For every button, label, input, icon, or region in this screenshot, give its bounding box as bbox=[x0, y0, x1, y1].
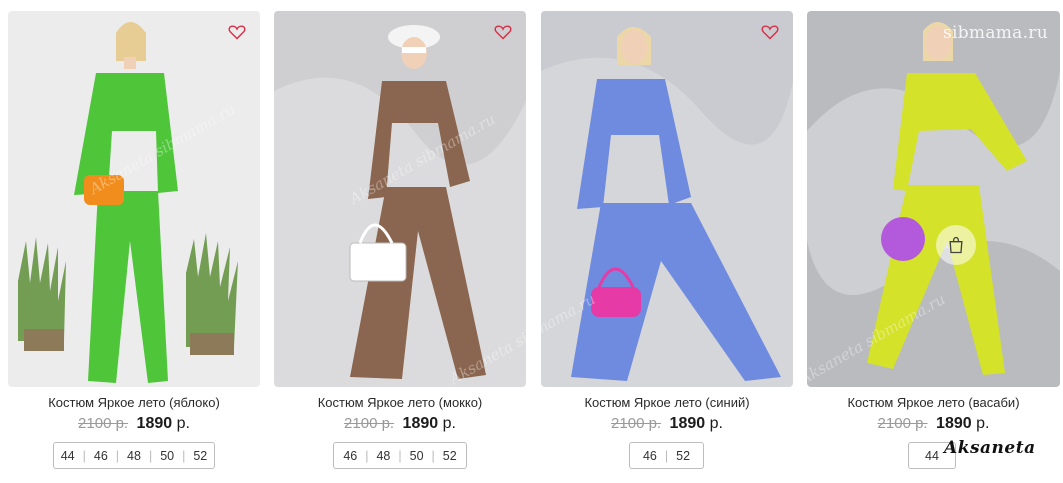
new-price: 1890 р. bbox=[402, 415, 456, 432]
heart-outline-icon bbox=[494, 25, 512, 40]
old-price: 2100 р. bbox=[611, 415, 662, 432]
product-title[interactable]: Костюм Яркое лето (синий) bbox=[541, 395, 793, 410]
product-photo[interactable]: sibmama.ru bbox=[807, 11, 1060, 387]
product-title[interactable]: Костюм Яркое лето (васаби) bbox=[807, 395, 1060, 410]
size-option-50[interactable]: 50 bbox=[152, 449, 182, 463]
size-option-46[interactable]: 46 bbox=[335, 449, 365, 463]
model-image bbox=[541, 11, 793, 387]
size-option-44[interactable]: 44 bbox=[917, 449, 947, 463]
old-price: 2100 р. bbox=[78, 415, 129, 432]
price-block: 2100 р. 1890 р. bbox=[274, 415, 526, 433]
site-watermark: sibmama.ru bbox=[942, 23, 1048, 43]
size-selector: 44 | 46 | 48 | 50 | 52 bbox=[53, 442, 215, 469]
product-grid: Костюм Яркое лето (яблоко) 2100 р. 1890 … bbox=[8, 11, 1060, 481]
product-card[interactable]: sibmama.ru Костюм Яркое лето (васаби) 21… bbox=[807, 11, 1060, 481]
price-block: 2100 р. 1890 р. bbox=[8, 415, 260, 433]
product-photo[interactable] bbox=[541, 11, 793, 387]
old-price: 2100 р. bbox=[344, 415, 395, 432]
size-option-46[interactable]: 46 bbox=[86, 449, 116, 463]
size-selector: 46 | 48 | 50 | 52 bbox=[333, 442, 467, 469]
size-option-48[interactable]: 48 bbox=[368, 449, 398, 463]
shopping-bag-icon bbox=[949, 236, 963, 254]
model-image bbox=[807, 11, 1060, 387]
price-block: 2100 р. 1890 р. bbox=[541, 415, 793, 433]
favorite-button[interactable] bbox=[761, 24, 779, 40]
model-image bbox=[8, 11, 260, 387]
product-card[interactable]: Костюм Яркое лето (синий) 2100 р. 1890 р… bbox=[541, 11, 793, 481]
size-option-52[interactable]: 52 bbox=[668, 449, 698, 463]
price-block: 2100 р. 1890 р. bbox=[807, 415, 1060, 433]
product-card[interactable]: Костюм Яркое лето (яблоко) 2100 р. 1890 … bbox=[8, 11, 260, 481]
size-option-52[interactable]: 52 bbox=[435, 449, 465, 463]
heart-outline-icon bbox=[228, 25, 246, 40]
favorite-button[interactable] bbox=[228, 24, 246, 40]
heart-outline-icon bbox=[761, 25, 779, 40]
product-title[interactable]: Костюм Яркое лето (мокко) bbox=[274, 395, 526, 410]
product-card[interactable]: Костюм Яркое лето (мокко) 2100 р. 1890 р… bbox=[274, 11, 526, 481]
size-option-44[interactable]: 44 bbox=[53, 449, 83, 463]
size-selector: 46 | 52 bbox=[629, 442, 704, 469]
size-option-46[interactable]: 46 bbox=[635, 449, 665, 463]
size-option-48[interactable]: 48 bbox=[119, 449, 149, 463]
size-option-52[interactable]: 52 bbox=[185, 449, 215, 463]
model-image bbox=[274, 11, 526, 387]
product-photo[interactable] bbox=[274, 11, 526, 387]
favorite-button[interactable] bbox=[494, 24, 512, 40]
new-price: 1890 р. bbox=[669, 415, 723, 432]
brand-watermark: Aksaneta bbox=[944, 438, 1036, 458]
size-option-50[interactable]: 50 bbox=[402, 449, 432, 463]
product-photo[interactable] bbox=[8, 11, 260, 387]
new-price: 1890 р. bbox=[136, 415, 190, 432]
new-price: 1890 р. bbox=[936, 415, 990, 432]
quick-buy-button[interactable] bbox=[936, 225, 976, 265]
product-title[interactable]: Костюм Яркое лето (яблоко) bbox=[8, 395, 260, 410]
old-price: 2100 р. bbox=[877, 415, 928, 432]
